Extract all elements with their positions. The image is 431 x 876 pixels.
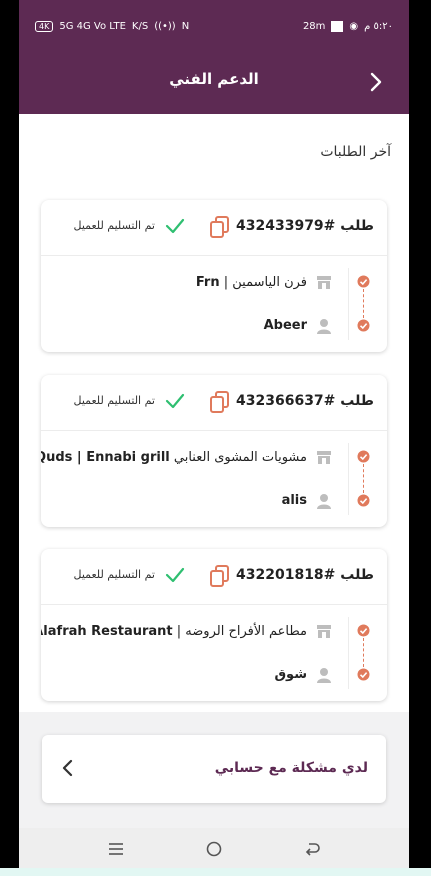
status-badge: 4K bbox=[35, 20, 54, 32]
divider bbox=[348, 443, 349, 515]
order-number: طلب #432433979 bbox=[236, 218, 374, 234]
shop-name: مشويات المشوى العنابي Quds | Ennabi gril… bbox=[41, 450, 307, 465]
user-icon bbox=[317, 668, 331, 683]
customer-check-dot-icon bbox=[357, 494, 370, 507]
account-problem-button[interactable]: لدي مشكلة مع حسابي bbox=[42, 735, 386, 803]
shop-name-latin: Quds | Ennabi grill bbox=[41, 450, 170, 465]
order-card[interactable]: طلب #432201818 تم التسليم للعميل مطاعم ا… bbox=[41, 549, 387, 701]
status-bar: 4K 5G 4G Vo LTE K/S ((•)) N 28m ◉ ٥:٢٠ م bbox=[19, 0, 409, 52]
order-card[interactable]: طلب #432366637 تم التسليم للعميل مشويات … bbox=[41, 375, 387, 527]
store-icon bbox=[317, 625, 331, 638]
order-card-body: مطاعم الأفراح الروضه | Alafrah Restauran… bbox=[41, 605, 387, 701]
order-card-header: طلب #432366637 تم التسليم للعميل bbox=[41, 375, 387, 431]
chevron-right-icon bbox=[370, 72, 382, 92]
menu-icon[interactable] bbox=[107, 840, 125, 858]
user-icon bbox=[317, 494, 331, 509]
messenger-icon: ◉ bbox=[349, 20, 359, 32]
route-dash bbox=[363, 638, 364, 667]
back-arrow-icon[interactable] bbox=[303, 840, 321, 858]
order-card-body: فرن الياسمين | Frn Abeer bbox=[41, 256, 387, 352]
orders-section: آخر الطلبات طلب #432433979 تم التسليم لل… bbox=[19, 114, 409, 712]
wifi-hotspot-icon: ((•)) bbox=[154, 20, 176, 32]
order-card-header: طلب #432433979 تم التسليم للعميل bbox=[41, 200, 387, 256]
route-dash bbox=[363, 464, 364, 493]
order-status: تم التسليم للعميل bbox=[73, 394, 155, 407]
copy-icon[interactable] bbox=[209, 564, 231, 588]
customer-check-dot-icon bbox=[357, 319, 370, 332]
status-speed: K/S bbox=[131, 20, 149, 32]
shop-name: مطاعم الأفراح الروضه | Alafrah Restauran… bbox=[41, 624, 307, 639]
order-card-header: طلب #432201818 تم التسليم للعميل bbox=[41, 549, 387, 605]
check-icon bbox=[165, 218, 185, 234]
status-left: 4K 5G 4G Vo LTE K/S ((•)) N bbox=[35, 20, 190, 32]
copy-icon[interactable] bbox=[209, 390, 231, 414]
back-button[interactable] bbox=[363, 69, 389, 95]
status-right: 28m ◉ ٥:٢٠ م bbox=[302, 20, 393, 32]
status-net: 28m bbox=[302, 20, 326, 32]
divider bbox=[348, 268, 349, 340]
customer-name: شوق bbox=[274, 667, 307, 682]
system-nav-bar bbox=[19, 828, 409, 868]
shop-check-dot-icon bbox=[357, 624, 370, 637]
order-card-body: مشويات المشوى العنابي Quds | Ennabi gril… bbox=[41, 431, 387, 527]
order-number: طلب #432201818 bbox=[236, 567, 374, 583]
shop-check-dot-icon bbox=[357, 275, 370, 288]
check-icon bbox=[165, 393, 185, 409]
copy-icon[interactable] bbox=[209, 215, 231, 239]
shop-name-latin: Frn bbox=[195, 275, 220, 290]
order-status: تم التسليم للعميل bbox=[73, 219, 155, 232]
divider bbox=[348, 617, 349, 689]
home-circle-icon[interactable] bbox=[205, 840, 223, 858]
device-bezel-left bbox=[0, 0, 19, 876]
customer-name: alis bbox=[281, 493, 307, 508]
order-status: تم التسليم للعميل bbox=[73, 568, 155, 581]
section-title: آخر الطلبات bbox=[320, 144, 391, 160]
shop-name-arabic: مشويات المشوى العنابي bbox=[173, 450, 307, 465]
order-number: طلب #432366637 bbox=[236, 393, 374, 409]
phone-screen: 4K 5G 4G Vo LTE K/S ((•)) N 28m ◉ ٥:٢٠ م… bbox=[19, 0, 409, 868]
page-title: الدعم الفني bbox=[169, 70, 259, 88]
status-signals: 5G 4G Vo LTE bbox=[59, 20, 126, 32]
order-card[interactable]: طلب #432433979 تم التسليم للعميل فرن الي… bbox=[41, 200, 387, 352]
account-problem-label: لدي مشكلة مع حسابي bbox=[214, 760, 368, 776]
nfc-icon: N bbox=[181, 20, 190, 32]
check-icon bbox=[165, 567, 185, 583]
customer-name: Abeer bbox=[263, 318, 307, 333]
chevron-left-icon bbox=[62, 759, 73, 777]
user-icon bbox=[317, 319, 331, 334]
device-bezel-right bbox=[409, 0, 431, 876]
shop-name-arabic: فرن الياسمين bbox=[232, 275, 307, 290]
customer-check-dot-icon bbox=[357, 668, 370, 681]
app-bar: الدعم الفني bbox=[19, 52, 409, 114]
store-icon bbox=[317, 276, 331, 289]
shop-name-arabic: مطاعم الأفراح الروضه bbox=[185, 624, 307, 639]
shop-check-dot-icon bbox=[357, 450, 370, 463]
route-dash bbox=[363, 289, 364, 318]
store-icon bbox=[317, 451, 331, 464]
status-time: ٥:٢٠ م bbox=[364, 20, 393, 32]
shop-name: فرن الياسمين | Frn bbox=[195, 275, 307, 290]
notification-icon bbox=[331, 20, 344, 32]
device-bottom-strip bbox=[0, 868, 431, 876]
shop-name-latin: Alafrah Restaurant bbox=[41, 624, 173, 639]
